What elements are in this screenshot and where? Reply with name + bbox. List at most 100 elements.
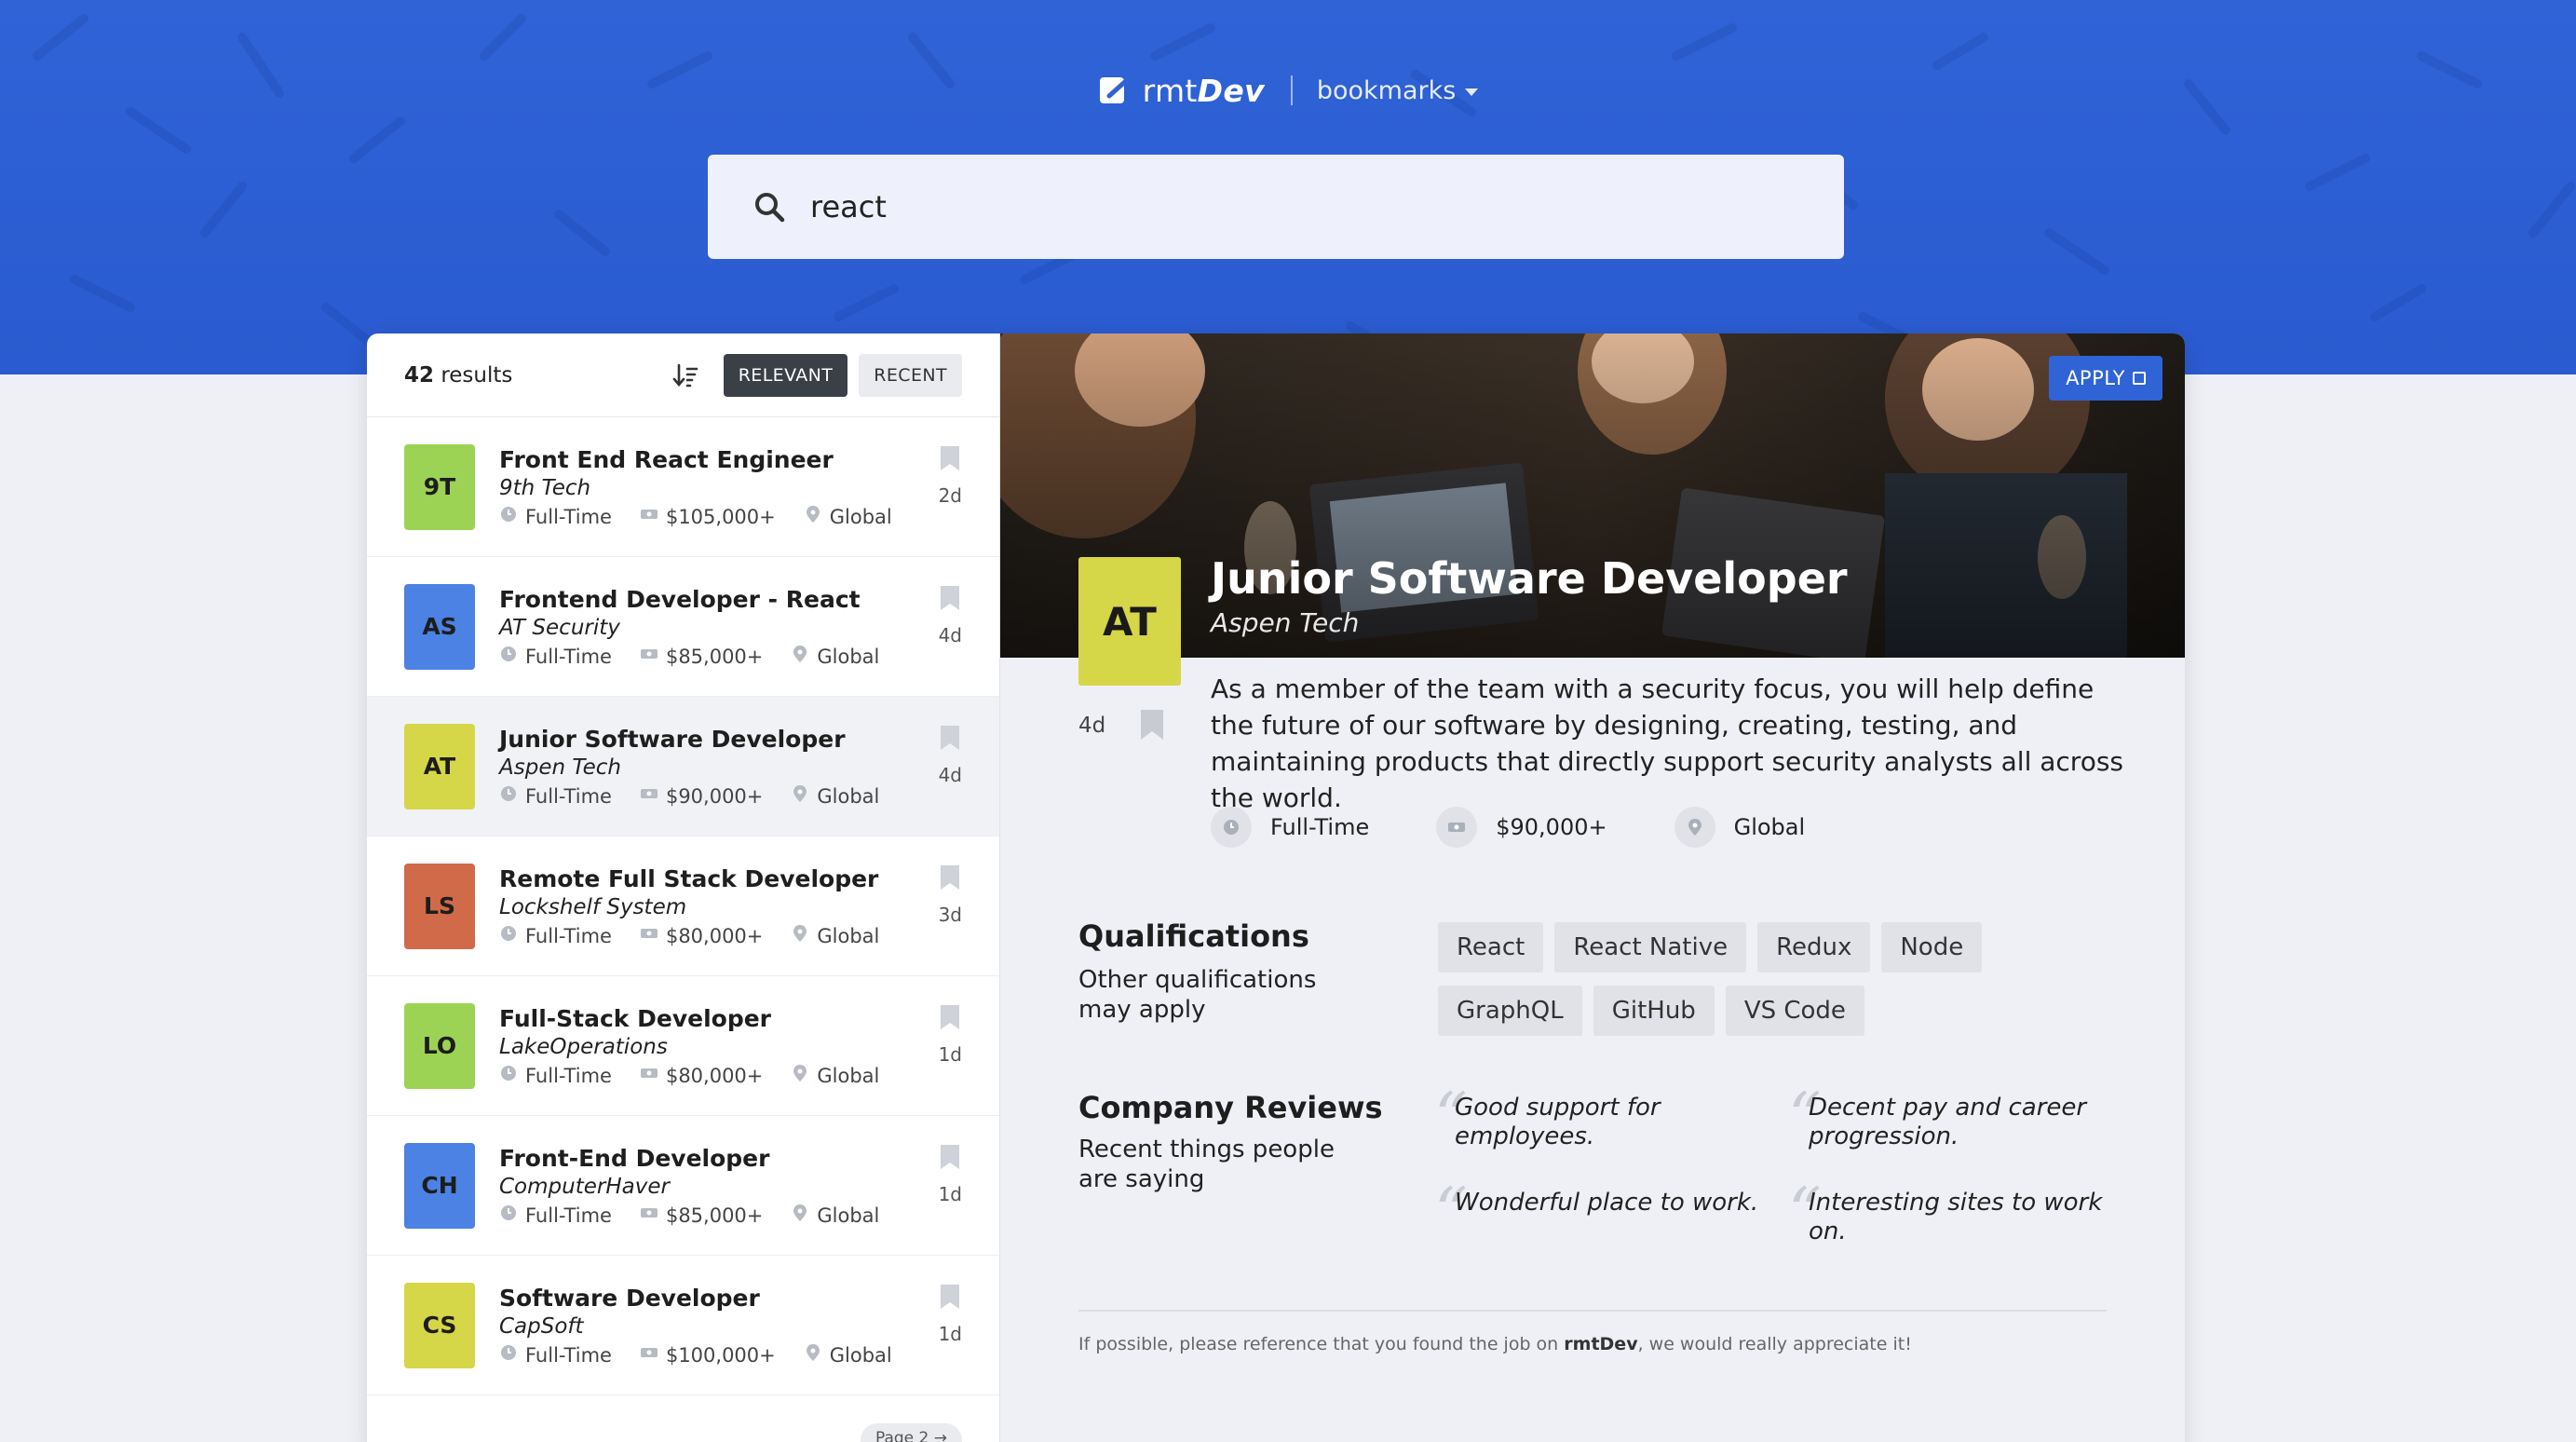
sort-relevant-button[interactable]: RELEVANT: [723, 353, 848, 397]
job-list-item[interactable]: CH Front-End Developer ComputerHaver Full-T…: [367, 1116, 999, 1256]
company-name: Aspen Tech: [1211, 607, 1360, 638]
job-list-item[interactable]: LS Remote Full Stack Developer Lockshelf S…: [367, 837, 999, 976]
job-title: Junior Software Developer: [499, 726, 846, 753]
job-type-tag: Full-Time: [1211, 807, 1369, 848]
job-list-item[interactable]: AT Junior Software Developer Aspen Tech Ful…: [367, 697, 999, 837]
bookmarks-button[interactable]: bookmarks: [1317, 76, 1479, 105]
bookmark-icon[interactable]: [939, 1144, 961, 1170]
job-tags: Full-Time $90,000+ Global: [499, 784, 879, 808]
clock-icon: [499, 1204, 518, 1227]
location-tag: Global: [804, 505, 892, 528]
job-list-sidebar: 42 results RELEVANT RECENT 9T Front End R…: [367, 333, 1000, 1442]
review-item: Wonderful place to work.: [1455, 1189, 1759, 1217]
salary-tag: $100,000+: [640, 1343, 776, 1367]
logo-icon: [1099, 76, 1131, 103]
results-count: 42 results: [404, 362, 513, 388]
job-info: Junior Software Developer Aspen Tech Full-…: [499, 725, 879, 808]
external-link-icon: [2133, 372, 2146, 385]
job-age: 3d: [938, 904, 962, 926]
qualification-chip: Node: [1881, 922, 1983, 973]
pagination-next-button[interactable]: Page 2 →: [860, 1423, 962, 1442]
company-badge: CS: [404, 1282, 475, 1368]
bookmark-icon[interactable]: [939, 1284, 961, 1310]
money-icon: [1436, 807, 1478, 848]
bookmark-icon[interactable]: [939, 725, 961, 751]
apply-button[interactable]: APPLY: [2049, 356, 2162, 401]
job-list-item[interactable]: LO Full-Stack Developer LakeOperations Full…: [367, 976, 999, 1116]
job-type-tag: Full-Time: [499, 1343, 612, 1367]
sort-controls: RELEVANT RECENT: [671, 353, 962, 397]
company-name: AT Security: [499, 616, 620, 640]
company-name: CapSoft: [499, 1314, 584, 1339]
location-tag: Global: [804, 1343, 892, 1367]
money-icon: [640, 505, 658, 528]
salary-label: $90,000+: [1496, 814, 1607, 840]
search-form: [708, 155, 1844, 259]
money-icon: [640, 924, 658, 947]
bookmark-icon[interactable]: [939, 445, 961, 471]
job-info: Full-Stack Developer LakeOperations Full-T…: [499, 1004, 879, 1087]
salary-tag: $80,000+: [640, 924, 763, 947]
job-type-tag: Full-Time: [499, 645, 612, 668]
job-type-tag: Full-Time: [499, 505, 612, 528]
job-detail: APPLY AT Junior Software Developer Aspen…: [1000, 333, 2185, 1442]
job-tags: Full-Time $80,000+ Global: [499, 924, 879, 947]
bookmark-icon[interactable]: [939, 585, 961, 611]
qualification-chip: VS Code: [1725, 986, 1864, 1036]
clock-icon: [499, 645, 518, 668]
salary-tag: $85,000+: [640, 645, 763, 668]
location-pin-icon: [791, 784, 809, 808]
bookmark-icon[interactable]: [1138, 708, 1166, 741]
clock-icon: [499, 1064, 518, 1087]
location-pin-icon: [791, 1064, 809, 1087]
location-tag: Global: [791, 1204, 879, 1227]
job-list: 9T Front End React Engineer 9th Tech Full-T…: [367, 417, 999, 1395]
bookmark-icon[interactable]: [939, 864, 961, 891]
money-icon: [640, 1204, 658, 1227]
company-badge: CH: [404, 1142, 475, 1229]
company-name: Aspen Tech: [499, 755, 621, 780]
company-badge: AT: [404, 723, 475, 809]
job-info: Remote Full Stack Developer Lockshelf Sys…: [499, 864, 879, 947]
job-age: 1d: [938, 1043, 962, 1066]
location-tag: Global: [1674, 807, 1805, 848]
job-list-item[interactable]: AS Frontend Developer - React AT Security F…: [367, 557, 999, 697]
job-title: Junior Software Developer: [1211, 553, 1848, 604]
job-age: 4d: [1078, 714, 1106, 738]
sidebar-top: 42 results RELEVANT RECENT: [367, 333, 999, 417]
location-pin-icon: [791, 924, 809, 947]
chevron-down-icon: [1465, 88, 1479, 96]
job-meta: 1d: [939, 1284, 962, 1345]
job-list-item[interactable]: CS Software Developer CapSoft Full-Time $100…: [367, 1256, 999, 1395]
salary-tag: $80,000+: [640, 1064, 763, 1087]
salary-tag: $85,000+: [640, 1204, 763, 1227]
company-badge: AT: [1078, 557, 1181, 686]
search-icon: [755, 193, 785, 223]
job-title: Remote Full Stack Developer: [499, 865, 879, 892]
sort-icon: [672, 363, 698, 387]
company-name: ComputerHaver: [499, 1175, 670, 1199]
sort-recent-button[interactable]: RECENT: [859, 353, 962, 397]
search-input[interactable]: [810, 189, 1742, 224]
logo[interactable]: rmtDev: [1098, 73, 1265, 109]
job-type-label: Full-Time: [1270, 814, 1370, 840]
location-pin-icon: [804, 505, 822, 528]
company-badge: 9T: [404, 443, 475, 530]
job-type-tag: Full-Time: [499, 1064, 612, 1087]
location-pin-icon: [791, 1204, 809, 1227]
job-meta: 4d: [939, 725, 962, 786]
job-tags: Full-Time $100,000+ Global: [499, 1343, 892, 1367]
money-icon: [640, 645, 658, 668]
clock-icon: [499, 924, 518, 947]
qualifications-heading: Qualifications: [1078, 918, 1309, 954]
qualification-chip: Redux: [1757, 922, 1871, 973]
job-tags: Full-Time $105,000+ Global: [499, 505, 892, 528]
job-info: Front-End Developer ComputerHaver Full-Tim…: [499, 1144, 879, 1227]
job-type-tag: Full-Time: [499, 1204, 612, 1227]
apply-label: APPLY: [2066, 367, 2125, 389]
job-info: Software Developer CapSoft Full-Time $100,0…: [499, 1284, 892, 1367]
job-list-item[interactable]: 9T Front End React Engineer 9th Tech Full-T…: [367, 417, 999, 557]
bookmark-icon[interactable]: [939, 1004, 961, 1030]
company-name: Lockshelf System: [499, 895, 687, 919]
clock-icon: [499, 784, 518, 808]
